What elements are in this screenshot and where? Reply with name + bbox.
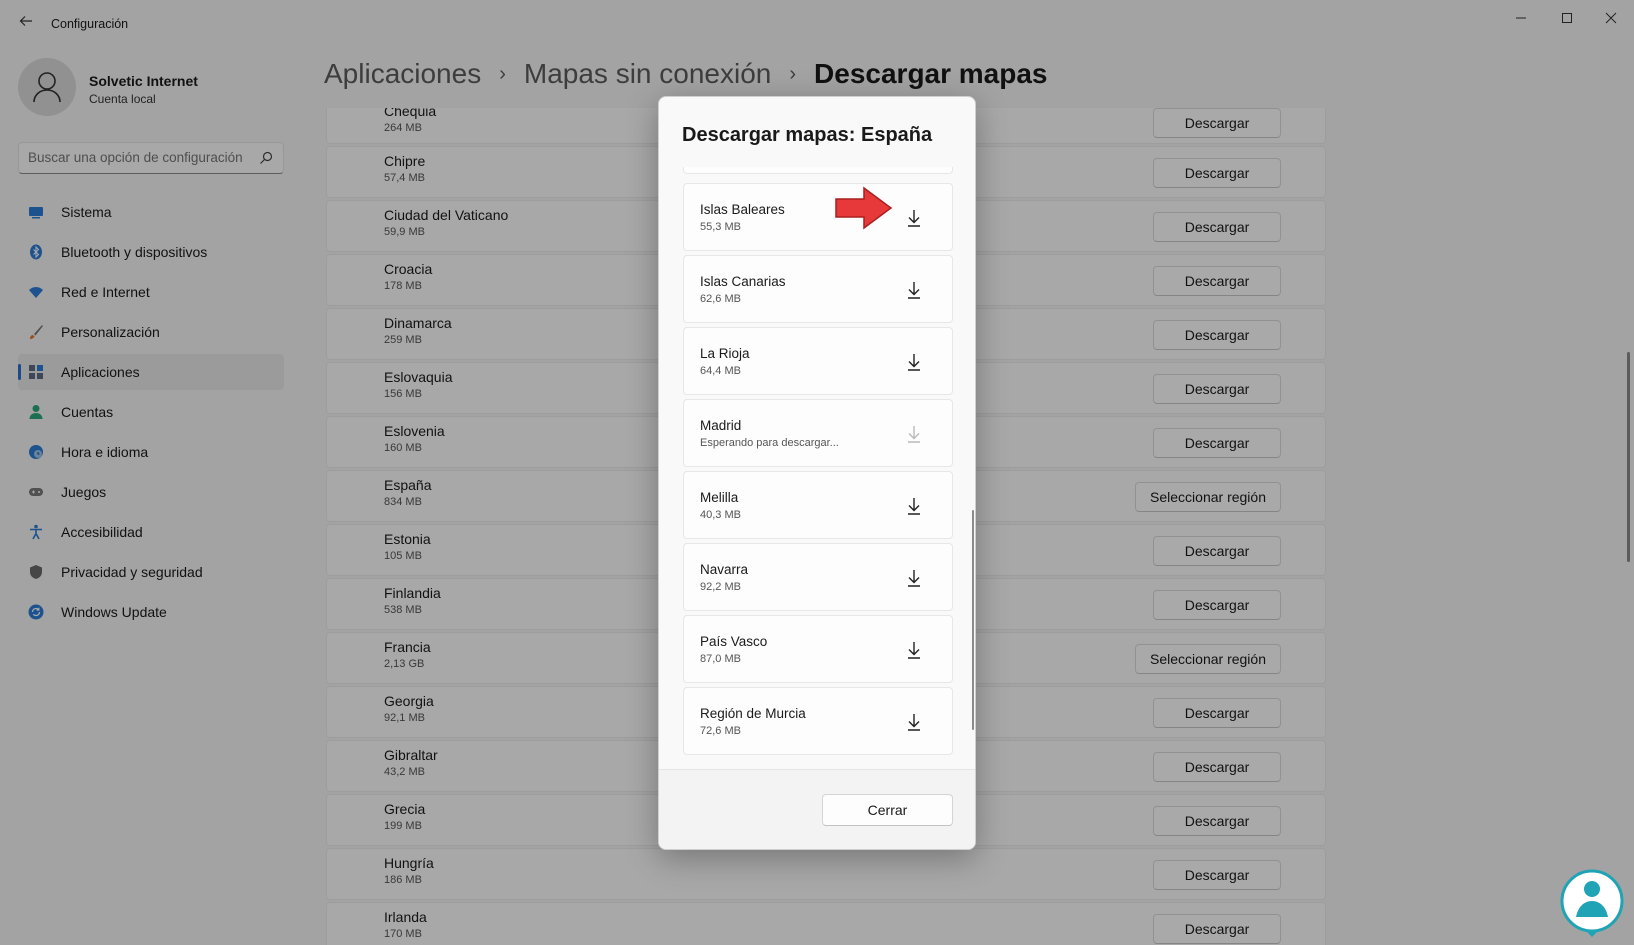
download-maps-dialog: Descargar mapas: España Islas Baleares 5… [658, 96, 976, 850]
dialog-footer: Cerrar [659, 769, 975, 849]
region-item: Melilla 40,3 MB [683, 471, 953, 539]
region-item: Madrid Esperando para descargar... [683, 399, 953, 467]
region-item: Islas Baleares 55,3 MB [683, 183, 953, 251]
region-name: Madrid [700, 418, 742, 433]
region-name: Melilla [700, 490, 739, 505]
download-icon[interactable] [905, 568, 923, 588]
region-item: Región de Murcia 72,6 MB [683, 687, 953, 755]
download-icon[interactable] [905, 496, 923, 516]
download-icon[interactable] [905, 640, 923, 660]
region-item: Islas Canarias 62,6 MB [683, 255, 953, 323]
region-name: Región de Murcia [700, 706, 806, 721]
region-status: Esperando para descargar... [700, 437, 839, 449]
download-icon [908, 426, 920, 443]
region-item: La Rioja 64,4 MB [683, 327, 953, 395]
region-size: 92,2 MB [700, 581, 741, 593]
download-icon[interactable] [905, 208, 923, 228]
region-size: 64,4 MB [700, 365, 741, 377]
list-item-edge [683, 167, 953, 174]
region-name: País Vasco [700, 634, 768, 649]
dialog-scrollbar[interactable] [972, 510, 974, 730]
solvetic-logo-icon [1560, 869, 1624, 937]
close-button[interactable]: Cerrar [822, 794, 953, 826]
red-arrow-annotation-icon [835, 186, 893, 230]
dialog-title: Descargar mapas: España [682, 124, 933, 146]
region-size: 40,3 MB [700, 509, 741, 521]
region-name: Islas Canarias [700, 274, 786, 289]
region-size: 55,3 MB [700, 221, 741, 233]
region-name: La Rioja [700, 346, 750, 361]
region-size: 87,0 MB [700, 653, 741, 665]
region-size: 72,6 MB [700, 725, 741, 737]
download-icon[interactable] [905, 352, 923, 372]
region-item: Navarra 92,2 MB [683, 543, 953, 611]
region-size: 62,6 MB [700, 293, 741, 305]
download-icon[interactable] [905, 280, 923, 300]
region-name: Navarra [700, 562, 749, 577]
download-icon[interactable] [905, 712, 923, 732]
region-name: Islas Baleares [700, 202, 785, 217]
region-list: Islas Baleares 55,3 MB Islas Canarias 62… [683, 167, 953, 849]
region-item: País Vasco 87,0 MB [683, 615, 953, 683]
